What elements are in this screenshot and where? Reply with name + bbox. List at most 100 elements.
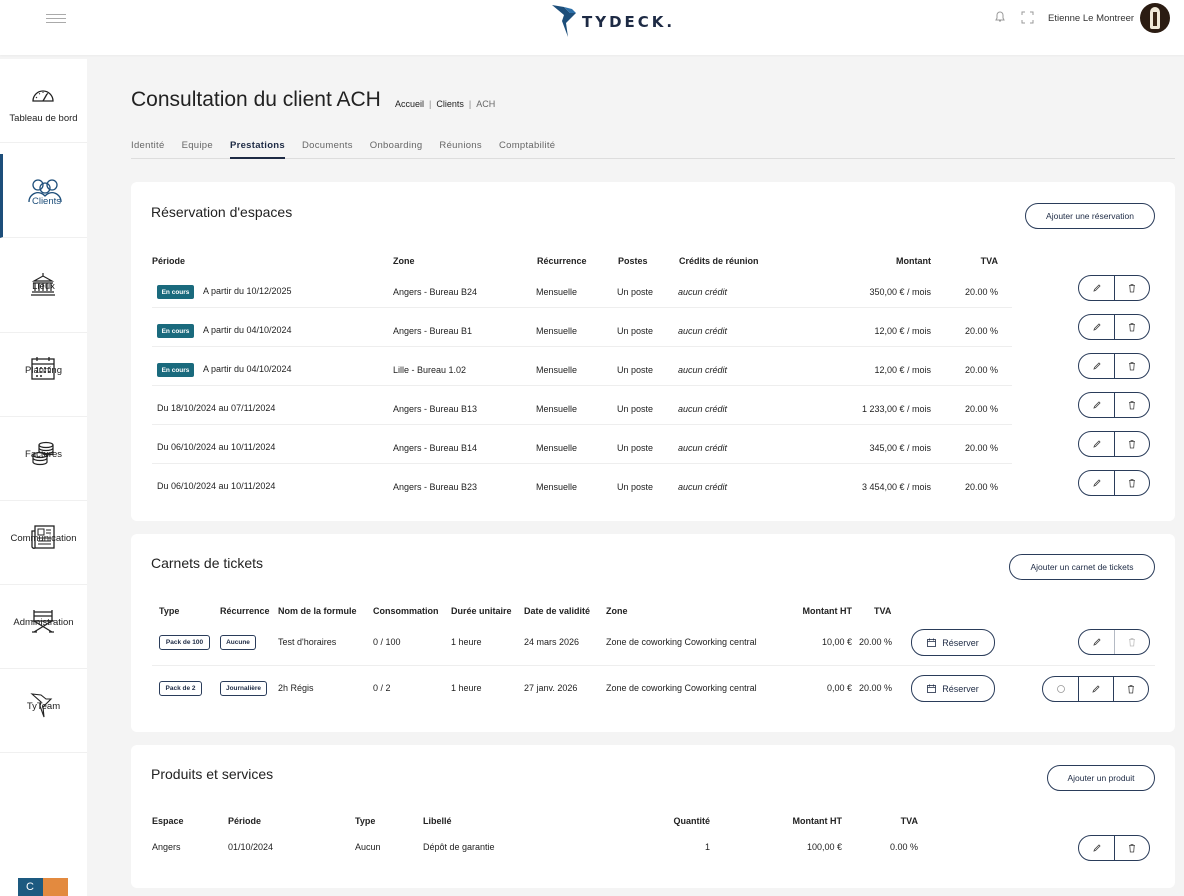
sidebar-item-tableau-de-bord[interactable]: Tableau de bord [0, 59, 87, 143]
col-type: Type [159, 606, 180, 616]
tab-documents[interactable]: Documents [302, 140, 353, 159]
reserve-button[interactable]: Réserver [911, 675, 995, 702]
tab-reunions[interactable]: Réunions [439, 140, 482, 159]
col-consommation: Consommation [373, 606, 439, 616]
breadcrumb-accueil[interactable]: Accueil [395, 99, 424, 109]
delete-button[interactable] [1114, 836, 1149, 860]
trash-icon [1129, 362, 1135, 371]
edit-button[interactable] [1079, 393, 1114, 417]
reservation-posts: Un poste [617, 404, 654, 414]
reservation-period: A partir du 04/10/2024 [203, 364, 292, 374]
edit-button[interactable] [1079, 315, 1114, 339]
trash-icon [1129, 401, 1135, 410]
menu-icon[interactable] [46, 11, 66, 25]
sidebar-item-clients[interactable]: Clients [0, 154, 87, 238]
trash-icon [1129, 284, 1135, 293]
add-ticket-book-button[interactable]: Ajouter un carnet de tickets [1009, 554, 1155, 580]
reserve-button[interactable]: Réserver [911, 629, 995, 656]
delete-button[interactable] [1114, 471, 1149, 495]
ticket-row-actions [1078, 629, 1150, 655]
reservation-tva: 20.00 % [964, 443, 998, 453]
reservation-amount: 12,00 € / mois [874, 365, 931, 375]
reservation-recurrence: Mensuelle [536, 482, 578, 492]
tab-onboarding[interactable]: Onboarding [370, 140, 423, 159]
delete-button[interactable] [1114, 393, 1149, 417]
reservation-period: A partir du 10/12/2025 [203, 286, 292, 296]
col-montant-ht: Montant HT [802, 606, 853, 616]
tab-equipe[interactable]: Equipe [182, 140, 213, 159]
reservation-recurrence: Mensuelle [536, 443, 578, 453]
breadcrumb-clients[interactable]: Clients [436, 99, 464, 109]
edit-button[interactable] [1079, 471, 1114, 495]
ticket-name: 2h Régis [278, 683, 314, 693]
status-toggle-button[interactable] [1043, 677, 1078, 701]
col-recurrence: Récurrence [220, 606, 270, 616]
reservation-row-actions [1078, 353, 1150, 379]
status-badge: En cours [157, 324, 194, 338]
circle-icon [1056, 685, 1065, 693]
pencil-icon [1092, 844, 1101, 852]
reservation-tva: 20.00 % [964, 404, 998, 414]
ticket-tva: 20.00 % [859, 637, 893, 647]
reservation-tva: 20.00 % [964, 326, 998, 336]
trash-icon [1129, 479, 1135, 488]
pencil-icon [1092, 401, 1101, 409]
reservation-period: Du 18/10/2024 au 07/11/2024 [157, 403, 276, 413]
reservation-tva: 20.00 % [964, 482, 998, 492]
delete-button[interactable] [1114, 315, 1149, 339]
avatar[interactable] [1140, 3, 1170, 33]
delete-button[interactable] [1114, 432, 1149, 456]
sidebar-item-lieux[interactable]: Lieux [0, 249, 87, 333]
delete-button[interactable] [1114, 276, 1149, 300]
sidebar-item-label: Factures [25, 449, 62, 460]
page-title: Consultation du client ACH [131, 88, 381, 111]
logo[interactable]: TYDECK. [550, 0, 675, 40]
sidebar-item-tyteam[interactable]: TyTeam [0, 669, 87, 753]
fullscreen-icon[interactable] [1021, 11, 1034, 24]
sidebar: Tableau de bord Clients Lieux Planning F… [0, 59, 87, 896]
user-name[interactable]: Etienne Le Montreer [1048, 13, 1134, 24]
bell-icon[interactable] [994, 10, 1006, 23]
edit-button[interactable] [1079, 432, 1114, 456]
reservation-posts: Un poste [617, 287, 654, 297]
reservation-recurrence: Mensuelle [536, 326, 578, 336]
col-zone: Zone [606, 606, 628, 616]
reservation-amount: 3 454,00 € / mois [861, 482, 931, 492]
reservation-zone: Angers - Bureau B14 [393, 443, 478, 453]
ticket-duration: 1 heure [451, 683, 482, 693]
edit-button[interactable] [1079, 354, 1114, 378]
tickets-card: Carnets de tickets Ajouter un carnet de … [131, 534, 1175, 732]
delete-button[interactable] [1114, 354, 1149, 378]
col-credits: Crédits de réunion [679, 256, 759, 266]
edit-button[interactable] [1079, 836, 1114, 860]
edit-button[interactable] [1079, 630, 1114, 654]
reservation-zone: Angers - Bureau B23 [393, 482, 478, 492]
delete-button[interactable] [1114, 630, 1149, 654]
ticket-amount: 0,00 € [826, 683, 852, 693]
sidebar-item-factures[interactable]: Factures [0, 417, 87, 501]
product-type: Aucun [355, 842, 381, 852]
edit-button[interactable] [1078, 677, 1113, 701]
sidebar-item-administration[interactable]: Administration [0, 585, 87, 669]
trash-icon [1128, 685, 1134, 694]
delete-button[interactable] [1113, 677, 1148, 701]
row-divider [152, 346, 1012, 347]
sidebar-item-label: Clients [31, 196, 62, 207]
reservation-posts: Un poste [617, 326, 654, 336]
reservation-recurrence: Mensuelle [536, 287, 578, 297]
sidebar-item-planning[interactable]: Planning [0, 333, 87, 417]
reservation-amount: 345,00 € / mois [869, 443, 931, 453]
pencil-icon [1092, 323, 1101, 331]
sidebar-item-label: Planning [25, 365, 62, 376]
reserve-label: Réserver [942, 683, 979, 694]
pencil-icon [1092, 362, 1101, 370]
col-recurrence: Récurrence [537, 256, 587, 266]
tab-prestations[interactable]: Prestations [229, 140, 285, 159]
product-space: Angers [152, 842, 181, 852]
edit-button[interactable] [1079, 276, 1114, 300]
tab-identite[interactable]: Identité [131, 140, 165, 159]
add-product-button[interactable]: Ajouter un produit [1047, 765, 1155, 791]
add-reservation-button[interactable]: Ajouter une réservation [1025, 203, 1155, 229]
tab-comptabilite[interactable]: Comptabilité [499, 140, 555, 159]
sidebar-item-communication[interactable]: Communication [0, 501, 87, 585]
